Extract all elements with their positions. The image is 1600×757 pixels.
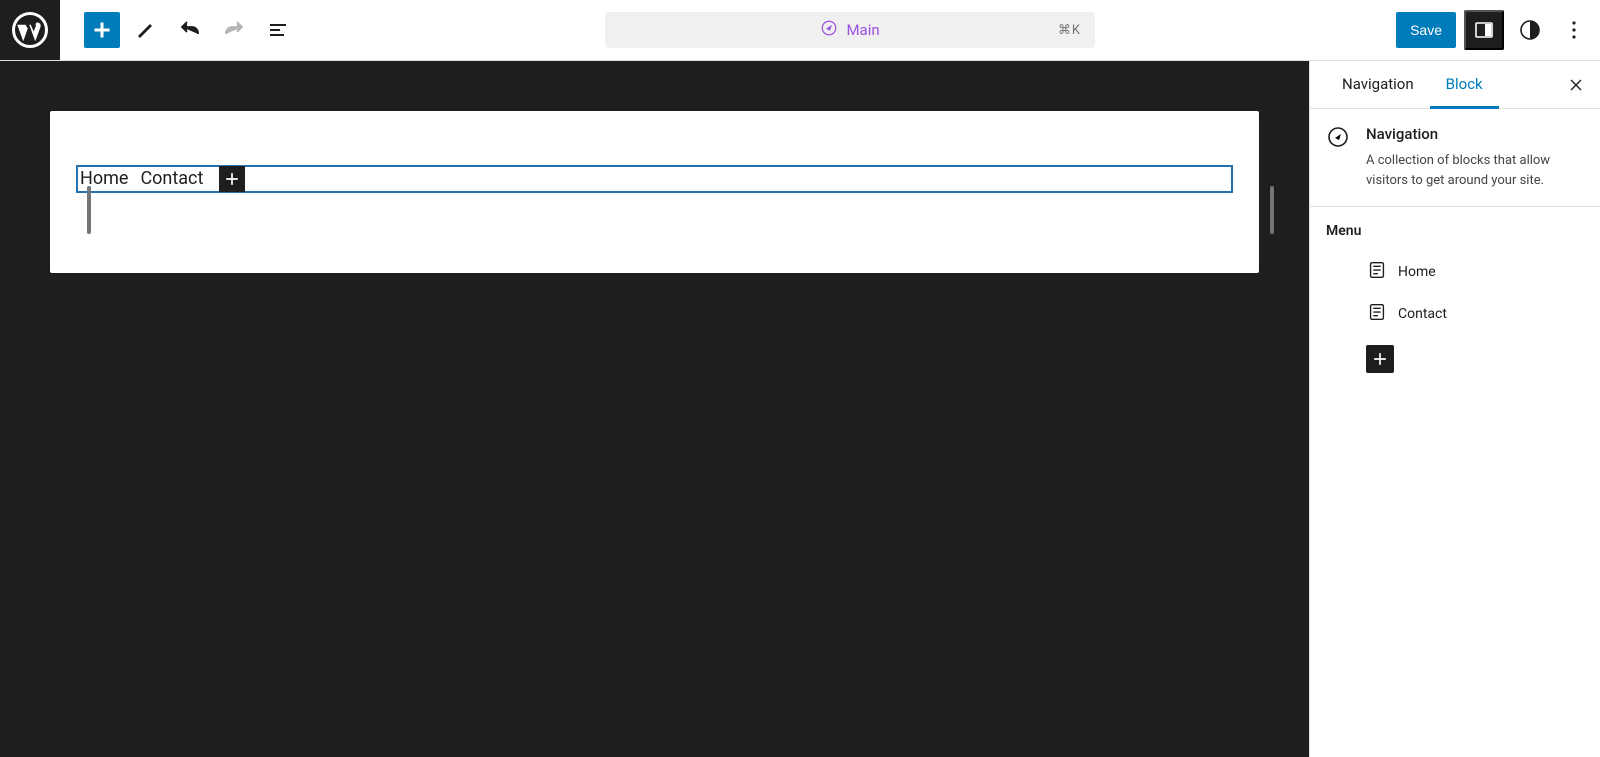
menu-item-label: Home	[1398, 264, 1436, 280]
add-nav-item-button[interactable]	[219, 166, 245, 192]
top-toolbar: Main ⌘K Save	[0, 0, 1600, 61]
page-icon	[1366, 301, 1388, 327]
menu-item[interactable]: Contact	[1326, 293, 1584, 335]
editor-canvas-wrap: Home Contact	[0, 61, 1309, 757]
close-sidebar-button[interactable]	[1564, 73, 1588, 97]
menu-item-label: Contact	[1398, 306, 1447, 322]
save-button[interactable]: Save	[1396, 12, 1456, 48]
document-overview-button[interactable]	[260, 12, 296, 48]
nav-link-item[interactable]: Contact	[140, 165, 215, 193]
block-info-card: Navigation A collection of blocks that a…	[1310, 109, 1600, 207]
block-title: Navigation	[1366, 125, 1584, 143]
resize-handle-right[interactable]	[1270, 186, 1274, 234]
compass-icon	[820, 19, 838, 41]
tab-navigation[interactable]: Navigation	[1326, 61, 1430, 109]
styles-button[interactable]	[1512, 12, 1548, 48]
wp-logo-button[interactable]	[0, 0, 60, 60]
block-description: A collection of blocks that allow visito…	[1366, 151, 1584, 190]
options-button[interactable]	[1556, 12, 1592, 48]
document-bar-label: Main	[846, 21, 879, 39]
editor-canvas[interactable]: Home Contact	[50, 111, 1259, 273]
settings-toggle-button[interactable]	[1464, 10, 1504, 50]
redo-button[interactable]	[216, 12, 252, 48]
menu-heading: Menu	[1326, 223, 1584, 239]
page-icon	[1366, 259, 1388, 285]
menu-item[interactable]: Home	[1326, 251, 1584, 293]
navigation-block[interactable]: Home Contact	[76, 165, 1233, 193]
tab-block[interactable]: Block	[1430, 61, 1499, 109]
settings-sidebar: Navigation Block Navigation A collection…	[1309, 61, 1600, 757]
add-menu-item-button[interactable]	[1366, 345, 1394, 373]
document-bar-shortcut: ⌘K	[1058, 23, 1081, 38]
undo-button[interactable]	[172, 12, 208, 48]
menu-panel: Menu Home Contact	[1310, 207, 1600, 389]
block-inserter-button[interactable]	[84, 12, 120, 48]
compass-icon	[1326, 125, 1350, 190]
sidebar-tabs: Navigation Block	[1310, 61, 1600, 109]
document-bar[interactable]: Main ⌘K	[605, 12, 1095, 48]
resize-handle-left[interactable]	[87, 186, 91, 234]
tools-button[interactable]	[128, 12, 164, 48]
